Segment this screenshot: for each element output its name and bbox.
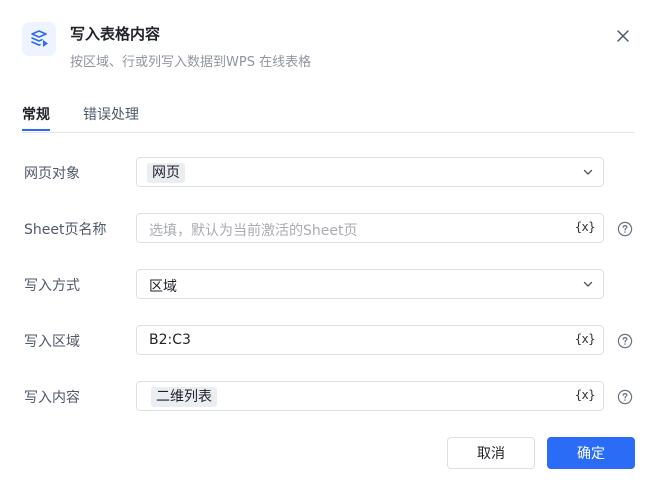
write-mode-label: 写入方式 (24, 278, 80, 294)
variable-insert-button[interactable]: {x} (575, 388, 596, 402)
write-mode-value: 区域 (149, 279, 177, 295)
tab-bar: 常规 错误处理 (22, 104, 635, 133)
write-range-label: 写入区域 (24, 334, 80, 350)
dialog-subtitle: 按区域、行或列写入数据到WPS 在线表格 (70, 55, 312, 70)
tab-error-handling[interactable]: 错误处理 (83, 104, 139, 124)
close-icon (617, 30, 629, 42)
web-object-label: 网页对象 (24, 166, 80, 182)
help-icon[interactable] (617, 221, 633, 237)
dialog-title: 写入表格内容 (70, 25, 161, 43)
write-mode-select[interactable]: 区域 (136, 269, 604, 299)
help-icon[interactable] (617, 333, 633, 349)
write-content-input[interactable]: 二维列表 {x} (136, 381, 604, 411)
table-write-icon (22, 22, 56, 56)
cancel-button[interactable]: 取消 (447, 437, 535, 469)
write-table-dialog: 写入表格内容 按区域、行或列写入数据到WPS 在线表格 常规 错误处理 网页对象… (0, 0, 660, 490)
tab-general[interactable]: 常规 (22, 104, 50, 124)
write-content-chip: 二维列表 (151, 387, 217, 407)
variable-insert-button[interactable]: {x} (575, 220, 596, 234)
write-content-label: 写入内容 (24, 390, 80, 406)
chevron-down-icon (583, 281, 593, 287)
confirm-button[interactable]: 确定 (547, 437, 635, 469)
sheet-name-input[interactable]: 选填，默认为当前激活的Sheet页 {x} (136, 213, 604, 243)
close-button[interactable] (612, 25, 634, 47)
help-icon[interactable] (617, 389, 633, 405)
chevron-down-icon (583, 169, 593, 175)
write-range-input[interactable]: B2:C3 {x} (136, 325, 604, 355)
active-tab-indicator (22, 129, 50, 131)
write-range-value: B2:C3 (149, 332, 191, 348)
web-object-select[interactable]: 网页 (136, 157, 604, 187)
sheet-name-label: Sheet页名称 (24, 222, 107, 238)
sheet-name-placeholder: 选填，默认为当前激活的Sheet页 (149, 223, 358, 239)
variable-insert-button[interactable]: {x} (575, 332, 596, 346)
web-object-chip: 网页 (147, 163, 185, 183)
